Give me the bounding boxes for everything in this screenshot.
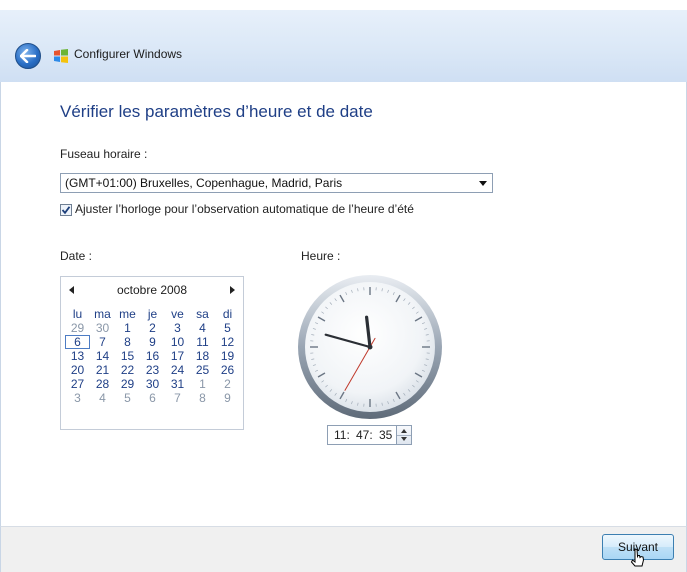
calendar-grid: lu ma me je ve sa di 29 30 1 2 3 4 5 6 7 8 9 10 11 12 13 14 15 1… [65,307,241,405]
calendar-day[interactable]: 7 [90,335,115,349]
page-title: Vérifier les paramètres d’heure et de da… [60,102,373,121]
calendar-day[interactable]: 22 [115,363,140,377]
timezone-label: Fuseau horaire : [60,147,148,161]
calendar-day[interactable]: 2 [215,377,240,391]
time-input[interactable]: 11: 47: 35 [327,425,397,445]
calendar-day[interactable]: 12 [215,335,240,349]
calendar-day[interactable]: 26 [215,363,240,377]
back-button[interactable] [15,43,41,69]
calendar-day[interactable]: 18 [190,349,215,363]
calendar-day[interactable]: 21 [90,363,115,377]
calendar-day[interactable]: 25 [190,363,215,377]
spin-down-icon[interactable] [401,437,407,441]
weekday-header: sa [196,307,209,321]
checkmark-icon [61,206,71,215]
top-edge [0,0,687,10]
calendar-day[interactable]: 15 [115,349,140,363]
timezone-dropdown[interactable]: (GMT+01:00) Bruxelles, Copenhague, Madri… [60,173,493,193]
calendar-day[interactable]: 27 [65,377,90,391]
weekday-header: di [222,307,233,321]
calendar-day[interactable]: 9 [140,335,165,349]
windows-flag-icon [54,49,68,63]
date-label: Date : [60,249,93,263]
calendar-day[interactable]: 3 [165,321,190,335]
calendar-day[interactable]: 4 [90,391,115,405]
spin-up-icon[interactable] [401,429,407,433]
calendar-day[interactable]: 6 [140,391,165,405]
calendar-day[interactable]: 13 [65,349,90,363]
calendar-day[interactable]: 16 [140,349,165,363]
time-spinner[interactable] [396,425,412,445]
calendar-day[interactable]: 11 [190,335,215,349]
calendar-day[interactable]: 28 [90,377,115,391]
next-month-arrow-icon[interactable] [230,286,235,294]
time-hours[interactable]: 11: [334,428,350,442]
calendar-day[interactable]: 5 [215,321,240,335]
calendar-day[interactable]: 29 [115,377,140,391]
weekday-header: ve [171,307,184,321]
calendar-day[interactable]: 2 [140,321,165,335]
spinner-divider [397,435,411,436]
calendar-day[interactable]: 1 [115,321,140,335]
calendar-day[interactable]: 8 [115,335,140,349]
calendar-day[interactable]: 29 [65,321,90,335]
analog-clock [298,275,442,419]
calendar-day[interactable]: 10 [165,335,190,349]
time-minutes[interactable]: 47: [356,428,373,442]
calendar-day[interactable]: 6 [65,335,90,349]
title-bar: Configurer Windows [0,0,687,82]
calendar-day[interactable]: 1 [190,377,215,391]
calendar-day[interactable]: 7 [165,391,190,405]
footer-bar [0,526,687,572]
weekday-header: me [119,307,136,321]
weekday-header: lu [72,307,83,321]
calendar-day[interactable]: 19 [215,349,240,363]
weekday-header: je [147,307,158,321]
dst-checkbox-label[interactable]: Ajuster l’horloge pour l’observation aut… [75,202,414,216]
calendar-day[interactable]: 30 [90,321,115,335]
weekday-header: ma [94,307,111,321]
calendar-day[interactable]: 24 [165,363,190,377]
calendar-day[interactable]: 20 [65,363,90,377]
calendar-day[interactable]: 23 [140,363,165,377]
timezone-value: (GMT+01:00) Bruxelles, Copenhague, Madri… [65,176,343,190]
back-arrow-icon [20,49,36,63]
calendar-day[interactable]: 3 [65,391,90,405]
dst-checkbox[interactable] [60,204,72,216]
window-title: Configurer Windows [74,47,183,61]
dropdown-arrow-icon [479,181,487,186]
date-calendar[interactable]: octobre 2008 lu ma me je ve sa di 29 30 1 2 3 4 5 6 7 8 9… [60,276,244,430]
calendar-day[interactable]: 14 [90,349,115,363]
calendar-day[interactable]: 9 [215,391,240,405]
calendar-month-title[interactable]: octobre 2008 [61,283,243,299]
calendar-day[interactable]: 30 [140,377,165,391]
calendar-day[interactable]: 17 [165,349,190,363]
time-label: Heure : [301,249,341,263]
calendar-day[interactable]: 8 [190,391,215,405]
clock-center [367,344,373,350]
calendar-day[interactable]: 4 [190,321,215,335]
time-seconds[interactable]: 35 [379,428,392,442]
calendar-day[interactable]: 5 [115,391,140,405]
calendar-day[interactable]: 31 [165,377,190,391]
mouse-pointer-icon [631,548,645,567]
